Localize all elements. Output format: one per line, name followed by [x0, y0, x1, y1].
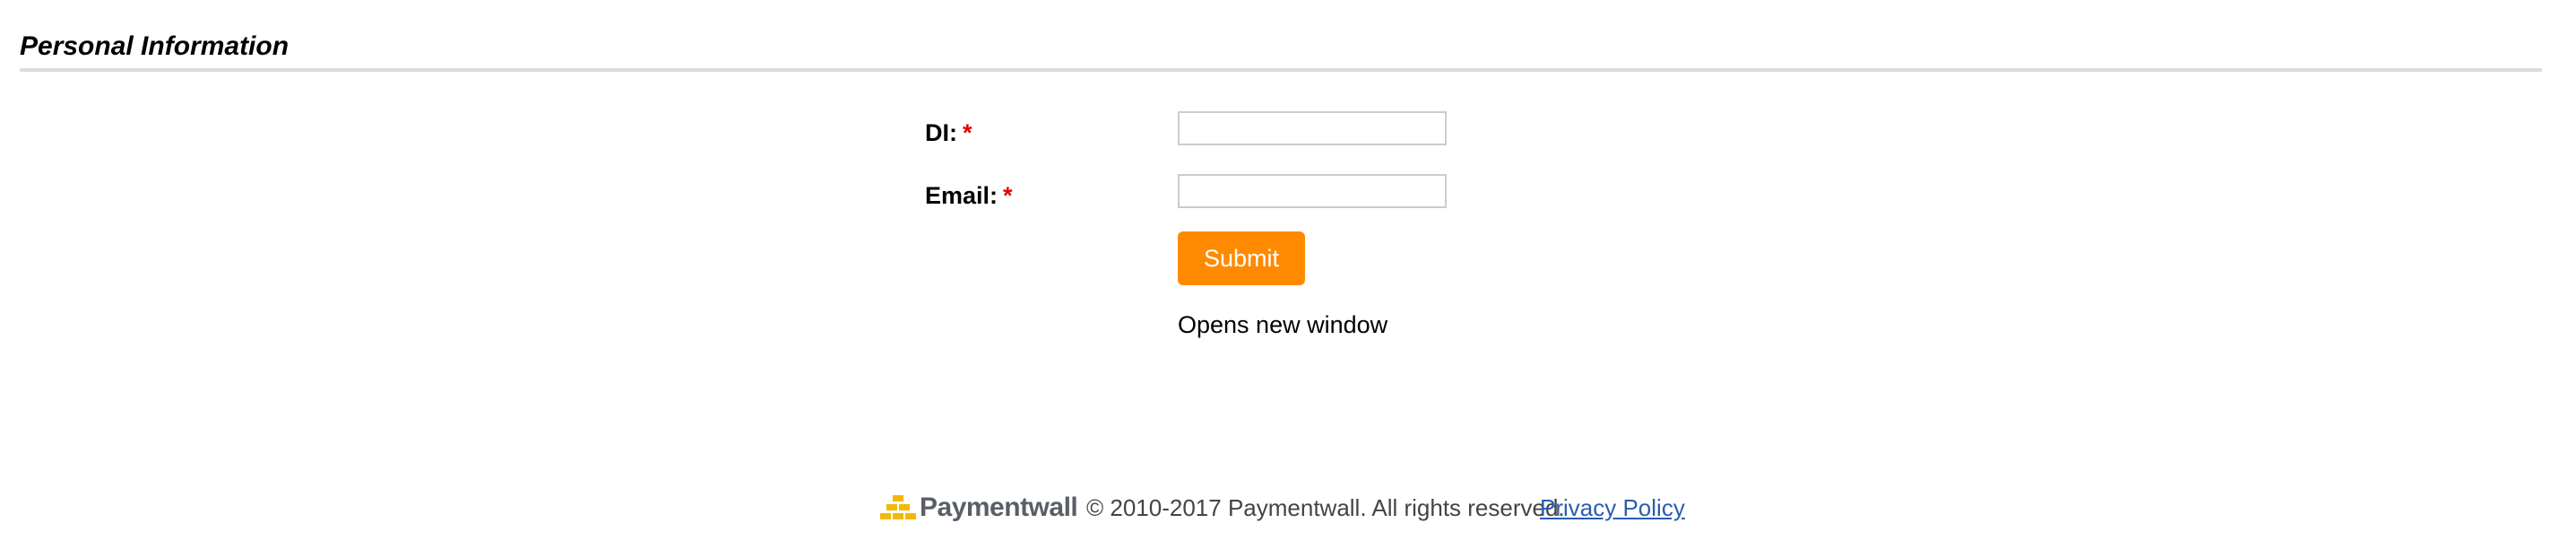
di-label-text: DI: [925, 119, 957, 146]
copyright-text: © 2010-2017 Paymentwall. All rights rese… [1086, 494, 1565, 521]
email-label: Email: * [925, 178, 1013, 214]
logo-text: Paymentwall [920, 493, 1078, 522]
form-row-email: Email: * [925, 174, 1463, 210]
required-marker: * [963, 119, 972, 146]
opens-new-window-note: Opens new window [1178, 311, 1388, 338]
privacy-policy-link[interactable]: Privacy Policy [1540, 488, 1685, 527]
form-row-di: DI: * [925, 111, 1463, 147]
di-input[interactable] [1178, 111, 1447, 145]
footer: Paymentwall © 2010-2017 Paymentwall. All… [878, 488, 1775, 527]
section-header: Personal Information [20, 27, 2542, 72]
email-label-text: Email: [925, 182, 998, 209]
email-input[interactable] [1178, 174, 1447, 208]
di-label: DI: * [925, 115, 972, 151]
page-title: Personal Information [20, 31, 290, 61]
paymentwall-logo-icon [880, 495, 916, 519]
required-marker: * [1003, 182, 1013, 209]
paymentwall-logo[interactable]: Paymentwall [878, 488, 1078, 527]
submit-button[interactable]: Submit [1178, 231, 1305, 285]
